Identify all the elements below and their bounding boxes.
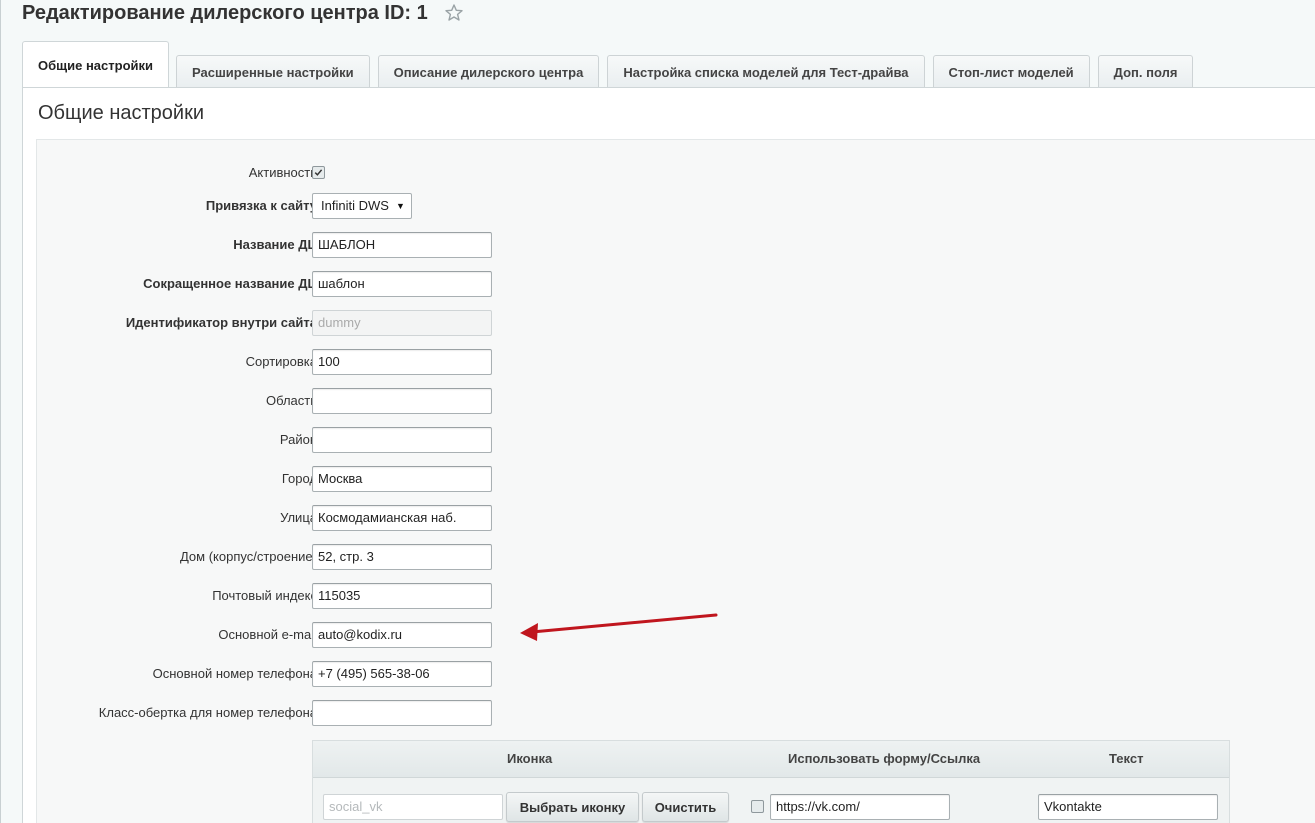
title-row: Редактирование дилерского центра ID: 1: [22, 0, 464, 26]
zip-input[interactable]: 115035: [312, 583, 492, 609]
table-row: social_vk Выбрать иконку Очистить https:…: [313, 792, 1229, 822]
header-text: Текст: [1109, 751, 1144, 766]
row-region: Область: [37, 388, 737, 414]
use-form-checkbox[interactable]: [751, 800, 764, 813]
form-area: Активность Привязка к сайту Infiniti DWS…: [36, 139, 1315, 823]
row-phone-class: Класс-обертка для номер телефона: [37, 700, 737, 726]
row-phone: Основной номер телефона +7 (495) 565-38-…: [37, 661, 737, 687]
section-title: Общие настройки: [38, 102, 204, 124]
text-input[interactable]: Vkontakte: [1038, 794, 1218, 820]
tab-test-drive-models[interactable]: Настройка списка моделей для Тест-драйва: [607, 55, 925, 88]
social-table: Иконка Использовать форму/Ссылка Текст s…: [312, 740, 1230, 823]
region-input[interactable]: [312, 388, 492, 414]
tab-general-settings[interactable]: Общие настройки: [22, 41, 169, 88]
page: Редактирование дилерского центра ID: 1 О…: [0, 0, 1315, 823]
street-input[interactable]: Космодамианская наб.: [312, 505, 492, 531]
row-site: Привязка к сайту Infiniti DWS ▼: [37, 193, 737, 219]
tab-bar: Общие настройки Расширенные настройки Оп…: [22, 41, 1201, 88]
row-sort: Сортировка 100: [37, 349, 737, 375]
site-select[interactable]: Infiniti DWS ▼: [312, 193, 412, 219]
phone-class-input[interactable]: [312, 700, 492, 726]
row-zip: Почтовый индекс 115035: [37, 583, 737, 609]
icon-code-input[interactable]: social_vk: [323, 794, 503, 820]
sort-label: Сортировка: [245, 354, 317, 369]
clear-button[interactable]: Очистить: [642, 792, 729, 822]
row-house: Дом (корпус/строение) 52, стр. 3: [37, 544, 737, 570]
row-street: Улица Космодамианская наб.: [37, 505, 737, 531]
row-dc-short-name: Сокращенное название ДЦ шаблон: [37, 271, 737, 297]
site-id-label: Идентификатор внутри сайта: [125, 315, 317, 330]
site-select-value: Infiniti DWS: [321, 198, 389, 213]
city-input[interactable]: Москва: [312, 466, 492, 492]
row-site-id: Идентификатор внутри сайта dummy: [37, 310, 737, 336]
tab-extended-settings[interactable]: Расширенные настройки: [176, 55, 370, 88]
social-table-header: Иконка Использовать форму/Ссылка Текст: [313, 741, 1229, 778]
choose-icon-button[interactable]: Выбрать иконку: [506, 792, 639, 822]
site-id-input: dummy: [312, 310, 492, 336]
row-city: Город Москва: [37, 466, 737, 492]
phone-class-label: Класс-обертка для номер телефона: [98, 705, 317, 720]
dc-name-input[interactable]: ШАБЛОН: [312, 232, 492, 258]
row-dc-name: Название ДЦ ШАБЛОН: [37, 232, 737, 258]
header-use-form: Использовать форму/Ссылка: [788, 751, 981, 766]
active-checkbox[interactable]: [312, 166, 325, 179]
house-label: Дом (корпус/строение): [179, 549, 317, 564]
district-input[interactable]: [312, 427, 492, 453]
site-label: Привязка к сайту: [205, 198, 317, 213]
left-rule: [0, 0, 1, 823]
star-icon[interactable]: [444, 3, 464, 23]
zip-label: Почтовый индекс: [212, 588, 317, 603]
dc-short-name-label: Сокращенное название ДЦ: [143, 276, 317, 291]
email-label: Основной e-mail: [218, 627, 317, 642]
active-label: Активность: [248, 165, 317, 180]
phone-label: Основной номер телефона: [152, 666, 317, 681]
row-district: Район: [37, 427, 737, 453]
settings-panel: Общие настройки Активность Привязка к са…: [22, 87, 1315, 823]
tab-stop-list[interactable]: Стоп-лист моделей: [932, 55, 1090, 88]
dc-short-name-input[interactable]: шаблон: [312, 271, 492, 297]
link-input[interactable]: https://vk.com/: [770, 794, 950, 820]
house-input[interactable]: 52, стр. 3: [312, 544, 492, 570]
dc-name-label: Название ДЦ: [233, 237, 317, 252]
row-active: Активность: [37, 160, 737, 186]
page-title: Редактирование дилерского центра ID: 1: [22, 1, 428, 24]
phone-input[interactable]: +7 (495) 565-38-06: [312, 661, 492, 687]
tab-extra-fields[interactable]: Доп. поля: [1097, 55, 1194, 88]
chevron-down-icon: ▼: [395, 201, 405, 211]
tab-dealer-description[interactable]: Описание дилерского центра: [377, 55, 600, 88]
header-icon: Иконка: [507, 751, 553, 766]
region-label: Область: [265, 393, 317, 408]
email-field[interactable]: auto@kodix.ru: [312, 622, 492, 648]
annotation-arrow-icon: [520, 613, 718, 641]
sort-input[interactable]: 100: [312, 349, 492, 375]
